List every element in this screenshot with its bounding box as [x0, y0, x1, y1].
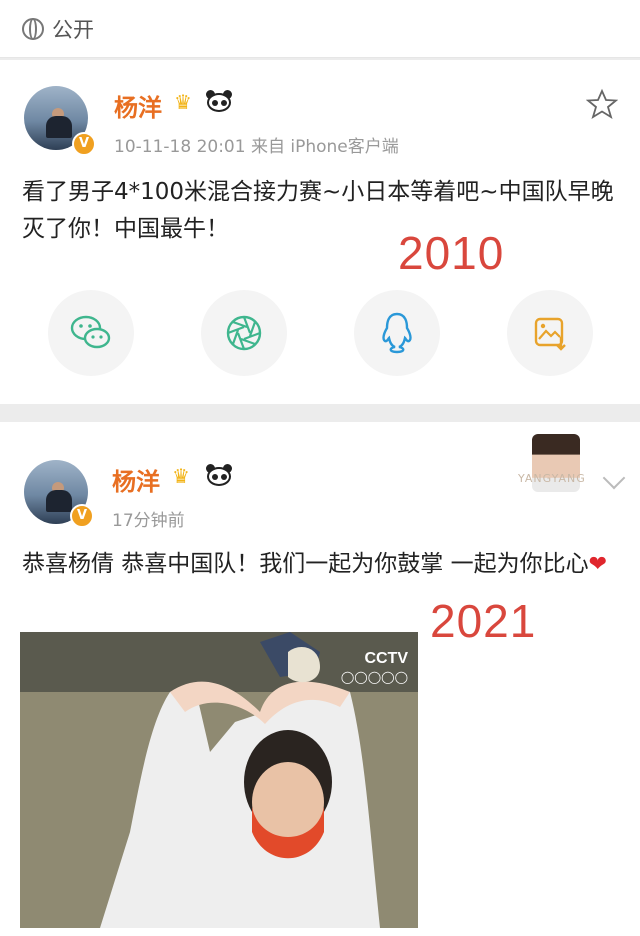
post-text: 看了男子4*100米混合接力赛~小日本等着吧~中国队早晚灭了你！中国最牛！ [22, 179, 614, 242]
post-card-2010: V 杨洋 ♛ 10-11-18 20:01 来自 iPhone客户端 看了男子4… [0, 60, 640, 404]
year-overlay: 2021 [430, 595, 537, 647]
globe-icon [22, 17, 44, 40]
share-qq-button[interactable] [354, 290, 440, 376]
verified-badge-icon: V [72, 132, 96, 156]
post-text: 恭喜杨倩 恭喜中国队！我们一起为你鼓掌 一起为你比心❤ [22, 546, 622, 583]
crown-icon: ♛ [172, 464, 190, 488]
promo-text: YANGYANG [518, 472, 586, 485]
post-card-2021: V 杨洋 ♛ YANGYANG 17分钟前 恭喜杨倩 恭喜中国队！我们一起为你鼓… [0, 422, 640, 936]
username[interactable]: 杨洋 [112, 462, 160, 497]
panda-icon [206, 464, 232, 486]
verified-badge-icon: V [70, 504, 94, 528]
year-overlay: 2010 [398, 227, 505, 279]
post-meta: 10-11-18 20:01 来自 iPhone客户端 [114, 137, 399, 157]
favorite-star-icon[interactable] [586, 88, 618, 120]
post-text-body: 恭喜杨倩 恭喜中国队！我们一起为你鼓掌 一起为你比心 [22, 551, 589, 577]
moments-icon [226, 315, 262, 351]
visibility-bar[interactable]: 公开 [0, 0, 640, 58]
share-wechat-button[interactable] [48, 290, 134, 376]
heart-icon: ❤ [588, 552, 608, 577]
save-image-button[interactable] [507, 290, 593, 376]
save-image-icon [534, 317, 566, 351]
qq-icon [382, 312, 412, 354]
visibility-label: 公开 [52, 17, 94, 42]
olympic-rings-icon: ◯◯◯◯◯ [340, 670, 408, 684]
wechat-icon [70, 315, 111, 349]
username[interactable]: 杨洋 [114, 88, 162, 123]
promo-thumbnail[interactable]: YANGYANG [518, 434, 588, 494]
panda-icon [206, 90, 232, 112]
cctv-logo: CCTV [364, 650, 408, 667]
crown-icon: ♛ [174, 90, 192, 114]
video-thumbnail[interactable]: CCTV ◯◯◯◯◯ [20, 632, 418, 928]
chevron-down-icon[interactable] [602, 466, 626, 490]
post-meta: 17分钟前 [112, 511, 185, 531]
share-moments-button[interactable] [201, 290, 287, 376]
